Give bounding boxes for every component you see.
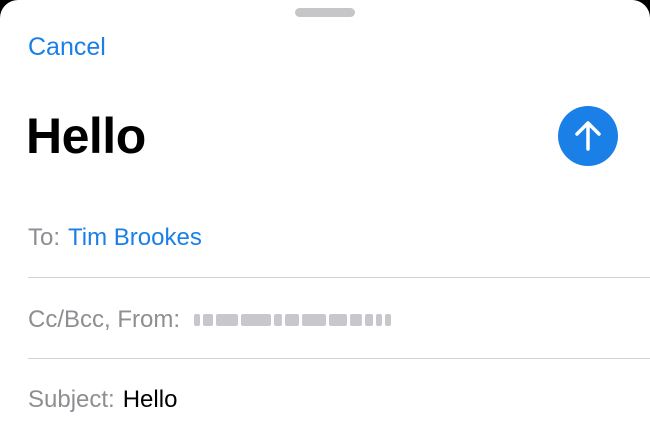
cc-bcc-from-label: Cc/Bcc, From: (28, 306, 181, 333)
arrow-up-icon (575, 121, 601, 151)
divider (28, 277, 650, 278)
subject-value[interactable]: Hello (123, 382, 178, 418)
compose-title: Hello (26, 108, 146, 164)
sheet-grabber-handle[interactable] (295, 8, 355, 17)
compose-sheet: Cancel Hello To: Tim Brookes Cc/Bcc, Fro… (0, 0, 650, 446)
cancel-button[interactable]: Cancel (28, 31, 106, 63)
to-label: To: (28, 224, 61, 251)
redacted-from-address (194, 310, 394, 330)
send-button[interactable] (558, 106, 618, 166)
subject-field[interactable]: Subject: Hello (28, 382, 177, 418)
to-recipient[interactable]: Tim Brookes (68, 220, 202, 256)
subject-label: Subject: (28, 386, 115, 413)
cc-bcc-from-field[interactable]: Cc/Bcc, From: (28, 302, 394, 338)
divider (28, 358, 650, 359)
to-field[interactable]: To: Tim Brookes (28, 220, 202, 256)
